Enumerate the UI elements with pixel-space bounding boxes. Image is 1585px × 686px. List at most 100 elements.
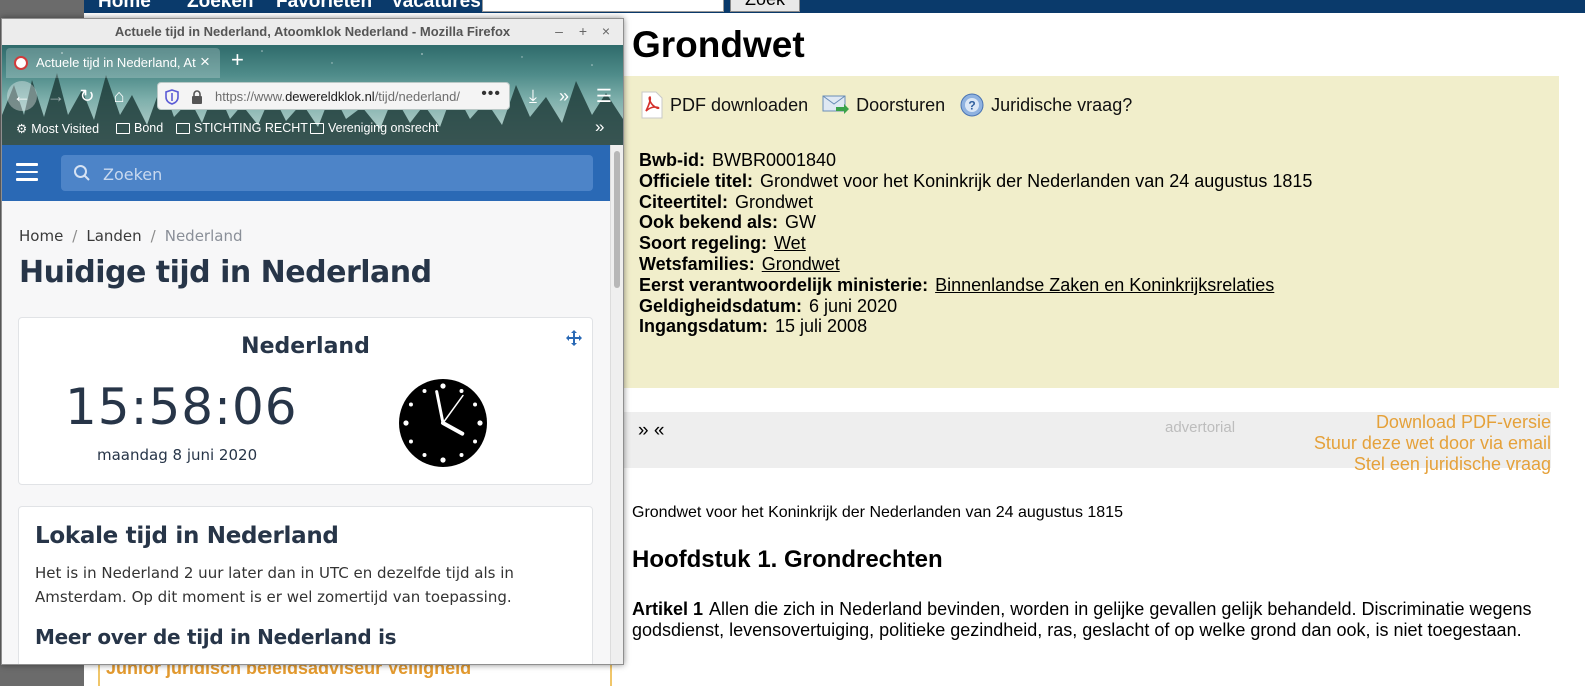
metadata-row: Geldigheidsdatum: 6 juni 2020: [639, 296, 1312, 317]
top-navigation: Home Zoeken Favorieten Vacatures Zoek: [84, 0, 1585, 13]
download-icon[interactable]: ⤓: [518, 81, 548, 111]
metadata-value: 6 juni 2020: [809, 295, 898, 316]
clock-tick: [403, 420, 409, 426]
nav-zoeken[interactable]: Zoeken: [187, 0, 254, 13]
metadata-key: Officiele titel:: [639, 170, 754, 191]
forward-action[interactable]: Doorsturen: [822, 93, 945, 117]
clock-tick: [408, 439, 413, 444]
chapter-heading: Hoofdstuk 1. Grondrechten: [632, 546, 943, 573]
page-title: Huidige tijd in Nederland: [19, 255, 432, 290]
legal-question-label: Juridische vraag?: [991, 94, 1133, 115]
firefox-window: Actuele tijd in Nederland, Atoomklok Ned…: [1, 18, 624, 665]
action-bar: PDF downloaden Doorsturen ? Juridische v…: [640, 90, 1132, 120]
clock-tick: [477, 420, 483, 426]
bookmarks-overflow-icon[interactable]: »: [595, 117, 604, 137]
svg-text:?: ?: [968, 99, 975, 113]
bookmark-stichting-recht[interactable]: STICHTING RECHT: [176, 121, 308, 135]
clock-tick: [440, 457, 446, 463]
email-law-link[interactable]: Stuur deze wet door via email: [1314, 433, 1551, 454]
clock-tick: [422, 388, 427, 393]
page-content: Home/Landen/Nederland Huidige tijd in Ne…: [2, 145, 623, 664]
bookmark-most-visited[interactable]: ⚙ Most Visited: [16, 121, 99, 137]
tab-title: Actuele tijd in Nederland, Atoomklok Ned…: [36, 55, 196, 70]
minimize-icon[interactable]: –: [550, 22, 568, 40]
reload-icon[interactable]: ↻: [72, 81, 102, 111]
metadata-row: Ook bekend als: GW: [639, 212, 1312, 233]
overflow-chevron-icon[interactable]: »: [549, 81, 579, 111]
law-full-title: Grondwet voor het Koninkrijk der Nederla…: [632, 504, 1123, 521]
metadata-key: Citeertitel:: [639, 191, 729, 212]
nav-home[interactable]: Home: [98, 0, 151, 13]
forward-label: Doorsturen: [856, 94, 946, 115]
url-bar[interactable]: https://www.dewereldklok.nl/tijd/nederla…: [157, 82, 510, 110]
scrollbar-thumb[interactable]: [614, 151, 620, 288]
metadata-link[interactable]: Wet: [774, 233, 806, 253]
home-icon[interactable]: ⌂: [104, 81, 134, 111]
clock-card: Nederland 15:58:06 maandag 8 juni 2020: [18, 317, 593, 485]
metadata-value: Grondwet: [735, 191, 814, 212]
clock-tick: [440, 383, 446, 389]
metadata-key: Geldigheidsdatum:: [639, 295, 803, 316]
legal-question-action[interactable]: ? Juridische vraag?: [959, 92, 1132, 118]
pdf-download-action[interactable]: PDF downloaden: [640, 91, 808, 119]
pdf-download-label: PDF downloaden: [670, 94, 809, 115]
breadcrumb-home[interactable]: Home: [19, 227, 63, 245]
scrollbar[interactable]: [610, 145, 623, 664]
metadata-value: 15 juli 2008: [775, 316, 868, 337]
metadata-link[interactable]: Binnenlandse Zaken en Koninkrijksrelatie…: [935, 275, 1274, 295]
new-tab-icon[interactable]: +: [231, 47, 244, 73]
metadata-link[interactable]: Grondwet: [762, 254, 840, 274]
metadata-key: Bwb-id:: [639, 150, 705, 170]
menu-icon[interactable]: ☰: [589, 81, 619, 111]
local-time-card: Lokale tijd in Nederland Het is in Neder…: [18, 506, 593, 664]
bookmark-bond[interactable]: Bond: [116, 121, 163, 135]
back-arrow-icon[interactable]: ←: [7, 81, 37, 111]
expand-collapse-arrows[interactable]: » «: [638, 420, 664, 442]
lock-icon[interactable]: [190, 89, 204, 105]
breadcrumb-landen[interactable]: Landen: [86, 227, 141, 245]
article-label: Artikel 1: [632, 599, 704, 619]
clock-tick: [473, 402, 478, 407]
url-text: https://www.dewereldklok.nl/tijd/nederla…: [215, 89, 460, 104]
nav-favorieten[interactable]: Favorieten: [276, 0, 372, 13]
tab-active[interactable]: Actuele tijd in Nederland, Atoomklok Ned…: [6, 48, 220, 78]
metadata-row: Ingangsdatum: 15 juli 2008: [639, 316, 1312, 337]
forward-arrow-icon[interactable]: →: [41, 81, 71, 111]
metadata-key: Eerst verantwoordelijk ministerie:: [639, 274, 929, 295]
bookmark-vereniging-onsrecht[interactable]: Vereniging onsrecht: [310, 121, 439, 135]
article-paragraph: Artikel 1 Allen die zich in Nederland bev…: [632, 599, 1552, 641]
page-actions-icon[interactable]: •••: [481, 85, 501, 103]
nav-search-button[interactable]: Zoek: [730, 0, 800, 12]
breadcrumb-current: Nederland: [164, 227, 243, 245]
close-window-icon[interactable]: ×: [597, 22, 615, 40]
question-icon: ?: [960, 93, 984, 117]
window-titlebar[interactable]: Actuele tijd in Nederland, Atoomklok Ned…: [2, 19, 623, 46]
metadata-row: Wetsfamilies: Grondwet: [639, 254, 1312, 275]
folder-icon: [176, 122, 190, 134]
metadata-row: Bwb-id: BWBR0001840: [639, 150, 1312, 171]
hamburger-menu-icon[interactable]: [16, 163, 38, 181]
digital-time: 15:58:06: [65, 378, 298, 436]
gear-icon: ⚙: [16, 122, 28, 136]
metadata-value: BWBR0001840: [711, 150, 837, 170]
search-input[interactable]: [101, 155, 585, 193]
metadata-key: Ook bekend als:: [639, 212, 779, 233]
advert-links: Download PDF-versie Stuur deze wet door …: [1314, 412, 1551, 474]
move-icon[interactable]: [566, 330, 582, 346]
more-info-heading: Meer over de tijd in Nederland is: [35, 625, 397, 649]
legal-question-link[interactable]: Stel een juridische vraag: [1314, 454, 1551, 475]
folder-icon: [116, 122, 130, 134]
nav-vacatures[interactable]: Vacatures: [391, 0, 481, 13]
metadata-row: Soort regeling: Wet: [639, 233, 1312, 254]
mail-forward-icon: [822, 95, 850, 114]
law-title: Grondwet: [632, 24, 805, 65]
download-pdf-link[interactable]: Download PDF-versie: [1314, 412, 1551, 433]
metadata-row: Eerst verantwoordelijk ministerie: Binnen…: [639, 275, 1312, 296]
article-text: Allen die zich in Nederland bevinden, wo…: [632, 599, 1532, 640]
nav-search-input[interactable]: [482, 0, 724, 12]
clock-favicon-icon: [14, 56, 28, 70]
tracking-shield-icon[interactable]: [165, 89, 179, 105]
maximize-icon[interactable]: +: [574, 22, 592, 40]
close-tab-icon[interactable]: ×: [200, 52, 210, 72]
breadcrumb: Home / Landen / Nederland: [19, 227, 243, 245]
